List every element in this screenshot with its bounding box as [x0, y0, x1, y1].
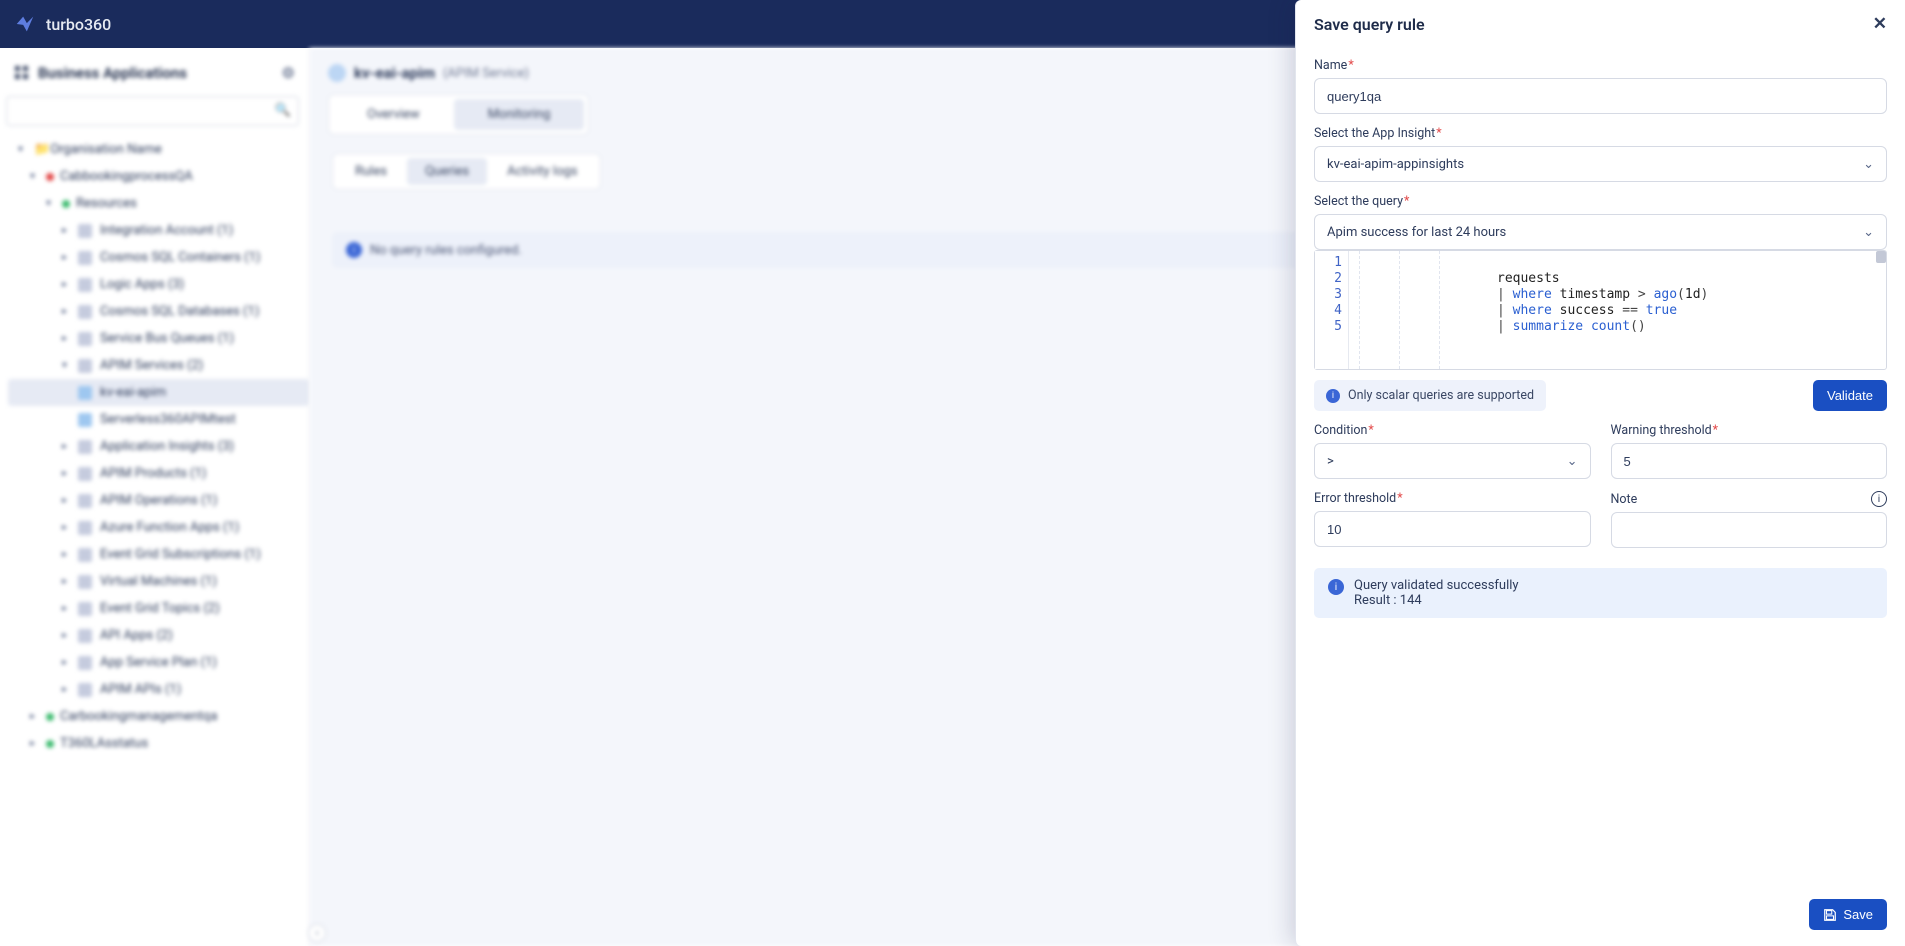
- tree-item[interactable]: ▸APIM Products (1): [8, 460, 309, 487]
- info-icon: i: [346, 242, 362, 258]
- save-icon: [1823, 908, 1837, 922]
- panel-title: Save query rule: [1314, 15, 1425, 34]
- tree-item[interactable]: ▸APIM APIs (1): [8, 676, 309, 703]
- tree-sibling[interactable]: ▸Carbookingmanagementqa: [8, 703, 309, 730]
- warning-threshold-input[interactable]: [1611, 443, 1888, 479]
- close-icon[interactable]: ✕: [1873, 14, 1887, 34]
- tree-item[interactable]: ▸App Service Plan (1): [8, 649, 309, 676]
- sidebar-search[interactable]: 🔍: [6, 96, 299, 126]
- tree-apim-group[interactable]: ▾APIM Services (2): [8, 352, 309, 379]
- condition-select[interactable]: > ⌄: [1314, 443, 1591, 479]
- chevron-down-icon: ⌄: [1567, 454, 1578, 469]
- panel-body: Name* Select the App Insight* kv-eai-api…: [1296, 42, 1905, 887]
- no-rules-text: No query rules configured.: [370, 243, 522, 258]
- name-input[interactable]: [1314, 78, 1887, 114]
- resource-name: kv-eai-apim: [354, 64, 435, 82]
- apps-icon: [14, 65, 30, 81]
- err-label: Error threshold: [1314, 491, 1396, 506]
- tree-item[interactable]: ▸Event Grid Topics (2): [8, 595, 309, 622]
- tree-env[interactable]: ▾CabbookingprocessQA: [8, 163, 309, 190]
- appinsight-select[interactable]: kv-eai-apim-appinsights ⌄: [1314, 146, 1887, 182]
- tree-item[interactable]: ▸Application Insights (3): [8, 433, 309, 460]
- tree-item[interactable]: ▸API Apps (2): [8, 622, 309, 649]
- info-icon: i: [1328, 579, 1344, 595]
- gear-icon[interactable]: ⚙: [282, 64, 295, 82]
- tree-item[interactable]: ▸Azure Function Apps (1): [8, 514, 309, 541]
- resource-type: (APIM Service): [443, 66, 529, 81]
- tree-item[interactable]: ▸Logic Apps (3): [8, 271, 309, 298]
- panel-footer: Save: [1296, 887, 1905, 946]
- chevron-down-icon: ⌄: [1863, 157, 1874, 172]
- search-input[interactable]: [6, 96, 299, 126]
- secondary-tabs: Rules Queries Activity logs: [332, 153, 601, 190]
- tree-item-selected[interactable]: kv-eai-apim: [8, 379, 309, 406]
- tree-item[interactable]: ▸Cosmos SQL Containers (1): [8, 244, 309, 271]
- resource-tree: ▾📁 Organisation Name ▾CabbookingprocessQ…: [0, 136, 309, 757]
- sidebar-header: Business Applications ⚙: [0, 56, 309, 90]
- save-label: Save: [1843, 907, 1873, 922]
- collapse-handle[interactable]: ‹: [308, 924, 326, 942]
- tree-org[interactable]: ▾📁 Organisation Name: [8, 136, 309, 163]
- scalar-note-text: Only scalar queries are supported: [1348, 388, 1534, 403]
- info-icon: i: [1326, 389, 1340, 403]
- tab-monitoring[interactable]: Monitoring: [454, 99, 585, 130]
- tree-item[interactable]: ▸Cosmos SQL Databases (1): [8, 298, 309, 325]
- save-button[interactable]: Save: [1809, 899, 1887, 930]
- sidebar: Business Applications ⚙ 🔍 ▾📁 Organisatio…: [0, 48, 310, 946]
- search-icon: 🔍: [275, 103, 291, 118]
- name-label: Name: [1314, 58, 1347, 73]
- tree-item[interactable]: ▸Integration Account (1): [8, 217, 309, 244]
- scalar-note: i Only scalar queries are supported: [1314, 380, 1546, 411]
- note-input[interactable]: [1611, 512, 1888, 548]
- chevron-down-icon: ⌄: [1863, 225, 1874, 240]
- query-editor[interactable]: 12345 requests | where timestamp > ago(1…: [1314, 250, 1887, 370]
- query-label: Select the query: [1314, 194, 1403, 209]
- sidebar-title: Business Applications: [38, 64, 187, 82]
- code-content: requests | where timestamp > ago(1d) | w…: [1349, 251, 1886, 369]
- tree-resources[interactable]: ▾Resources: [8, 190, 309, 217]
- logo-icon: [14, 13, 36, 35]
- tab-rules[interactable]: Rules: [337, 158, 405, 185]
- info-icon[interactable]: i: [1871, 491, 1887, 507]
- tree-item[interactable]: ▸APIM Operations (1): [8, 487, 309, 514]
- query-select[interactable]: Apim success for last 24 hours ⌄: [1314, 214, 1887, 250]
- validation-result-text: Result : 144: [1354, 593, 1519, 608]
- note-label: Note: [1611, 492, 1638, 507]
- condition-value: >: [1327, 454, 1334, 469]
- tree-item[interactable]: ▸Virtual Machines (1): [8, 568, 309, 595]
- validation-message: Query validated successfully: [1354, 578, 1519, 593]
- brand-name: turbo360: [46, 15, 111, 34]
- code-gutter: 12345: [1315, 251, 1349, 369]
- tab-overview[interactable]: Overview: [333, 99, 454, 130]
- warn-label: Warning threshold: [1611, 423, 1712, 438]
- query-value: Apim success for last 24 hours: [1327, 225, 1506, 240]
- save-query-panel: Save query rule ✕ Name* Select the App I…: [1295, 0, 1905, 946]
- error-threshold-input[interactable]: [1314, 511, 1591, 547]
- panel-header: Save query rule ✕: [1296, 0, 1905, 42]
- appinsight-value: kv-eai-apim-appinsights: [1327, 157, 1464, 172]
- validate-button[interactable]: Validate: [1813, 380, 1887, 411]
- condition-label: Condition: [1314, 423, 1367, 438]
- service-icon: [328, 64, 346, 82]
- tree-item[interactable]: ▸Service Bus Queues (1): [8, 325, 309, 352]
- tree-sibling[interactable]: ▸T360LAsstatus: [8, 730, 309, 757]
- tab-queries[interactable]: Queries: [407, 158, 487, 185]
- tab-activity-logs[interactable]: Activity logs: [489, 158, 595, 185]
- tree-item[interactable]: ▸Event Grid Subscriptions (1): [8, 541, 309, 568]
- validation-result: i Query validated successfully Result : …: [1314, 568, 1887, 618]
- appinsight-label: Select the App Insight: [1314, 126, 1435, 141]
- tree-item[interactable]: Serverless360APIMtest: [8, 406, 309, 433]
- primary-tabs: Overview Monitoring: [328, 94, 589, 135]
